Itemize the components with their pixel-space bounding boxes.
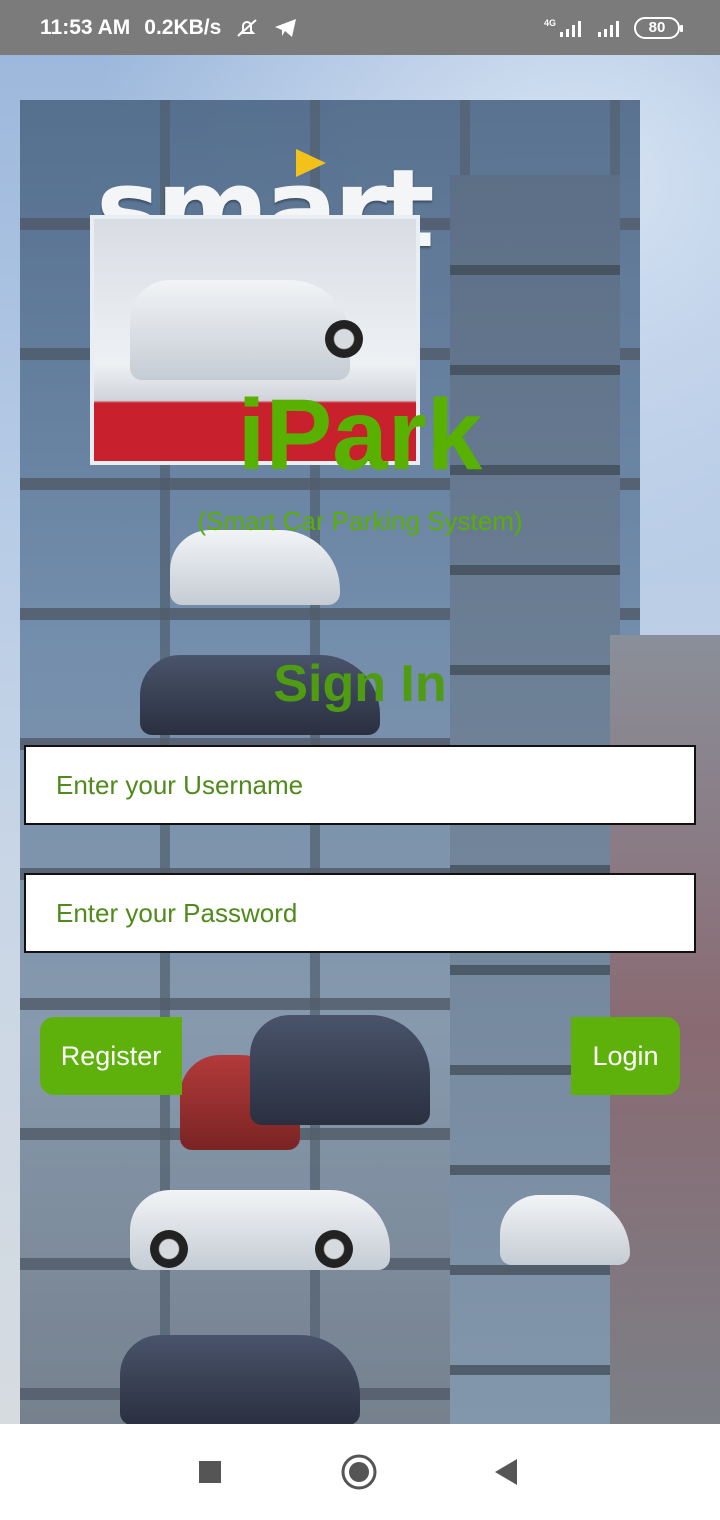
password-field[interactable]: [24, 873, 696, 953]
network-speed: 0.2KB/s: [144, 15, 222, 39]
signal-icon-2: [596, 18, 624, 38]
register-button[interactable]: Register: [40, 1017, 182, 1095]
navigation-bar: [0, 1424, 720, 1520]
wheel: [315, 1230, 353, 1268]
recents-icon[interactable]: [188, 1450, 232, 1494]
mute-alarm-icon: [235, 16, 259, 40]
battery-icon: 80: [634, 16, 683, 39]
status-bar: 11:53 AM 0.2KB/s 4G 80: [0, 0, 720, 55]
login-button[interactable]: Login: [571, 1017, 680, 1095]
status-time: 11:53 AM: [40, 15, 131, 39]
status-left: 11:53 AM 0.2KB/s: [40, 16, 299, 40]
wheel: [150, 1230, 188, 1268]
app-title: iPark: [237, 379, 483, 491]
battery-level: 80: [648, 19, 666, 36]
back-icon[interactable]: [484, 1450, 528, 1494]
car-image: [120, 1335, 360, 1424]
wheel: [325, 320, 363, 358]
background-image: smart: [0, 55, 720, 1424]
brand-mark-icon: [296, 149, 326, 177]
password-input[interactable]: [56, 897, 664, 929]
network-type: 4G: [543, 17, 556, 28]
username-field[interactable]: [24, 745, 696, 825]
home-icon[interactable]: [337, 1450, 381, 1494]
username-input[interactable]: [56, 769, 664, 801]
car-image: [170, 530, 340, 605]
status-right: 4G 80: [544, 16, 683, 39]
car-image: [130, 280, 350, 380]
car-image: [250, 1015, 430, 1125]
login-screen: 11:53 AM 0.2KB/s 4G 80 smart iPark (Smar…: [0, 0, 720, 1520]
app-subtitle: (Smart Car Parking System): [197, 506, 523, 536]
sign-in-heading: Sign In: [273, 655, 447, 713]
telegram-icon: [273, 16, 299, 40]
signal-icon: 4G: [544, 18, 586, 38]
